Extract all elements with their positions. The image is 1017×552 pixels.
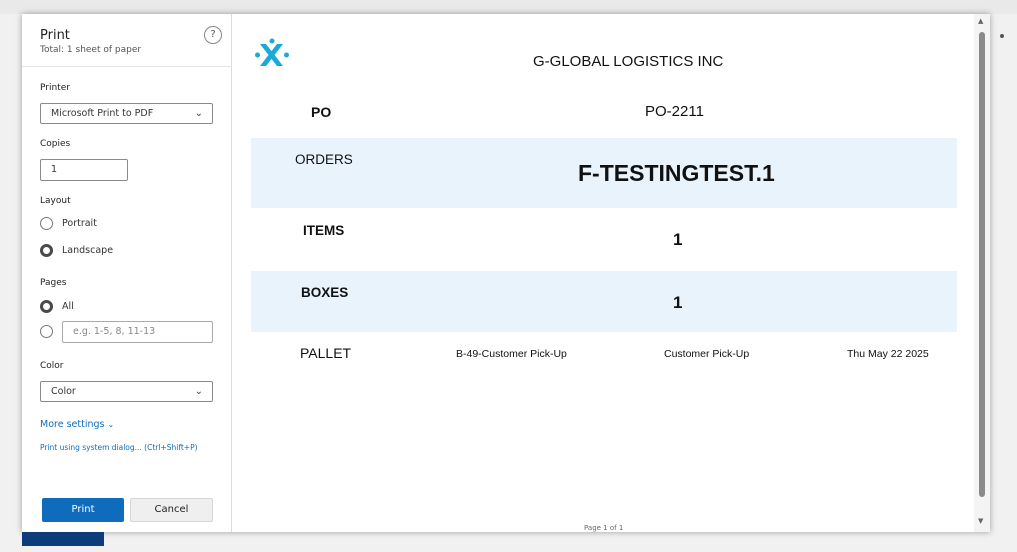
browser-menu-dot	[1000, 34, 1004, 38]
more-settings-link[interactable]: More settings ⌄	[40, 419, 114, 430]
pages-range-input[interactable]: e.g. 1-5, 8, 11-13	[62, 321, 213, 343]
pallet-label: PALLET	[300, 345, 352, 361]
color-label: Color	[40, 361, 64, 371]
more-settings-label: More settings	[40, 419, 105, 430]
pages-all-label: All	[62, 301, 74, 312]
items-value: 1	[673, 230, 683, 249]
pallet-date: Thu May 22 2025	[847, 348, 929, 360]
po-value: PO-2211	[645, 103, 704, 120]
scroll-down-icon[interactable]: ▼	[978, 517, 983, 525]
pallet-location: B-49-Customer Pick-Up	[456, 348, 567, 360]
copies-input[interactable]: 1	[40, 159, 128, 181]
scroll-up-icon[interactable]: ▲	[978, 17, 983, 25]
print-dialog: Print Total: 1 sheet of paper ? Printer …	[22, 14, 990, 532]
color-select-value: Color	[51, 386, 76, 397]
orders-label: ORDERS	[295, 152, 353, 167]
boxes-label: BOXES	[301, 285, 349, 300]
pages-label: Pages	[40, 278, 67, 288]
print-button[interactable]: Print	[42, 498, 124, 522]
printer-label: Printer	[40, 83, 70, 93]
chevron-down-icon: ⌄	[194, 386, 203, 397]
sheet-count: Total: 1 sheet of paper	[40, 45, 142, 55]
print-settings-panel: Print Total: 1 sheet of paper ? Printer …	[22, 14, 232, 532]
printer-select-value: Microsoft Print to PDF	[51, 108, 154, 119]
po-label: PO	[311, 104, 332, 120]
items-label: ITEMS	[303, 223, 345, 238]
cancel-button[interactable]: Cancel	[130, 498, 213, 522]
pages-range-radio[interactable]	[40, 325, 53, 338]
portrait-label: Portrait	[62, 218, 97, 229]
scroll-thumb[interactable]	[979, 32, 985, 497]
printer-select[interactable]: Microsoft Print to PDF ⌄	[40, 103, 213, 124]
system-dialog-link[interactable]: Print using system dialog... (Ctrl+Shift…	[40, 443, 198, 452]
page-footer: Page 1 of 1	[584, 524, 624, 532]
chevron-down-icon: ⌄	[107, 420, 115, 429]
preview-scrollbar[interactable]: ▲ ▼	[974, 14, 990, 532]
help-icon[interactable]: ?	[204, 26, 222, 44]
landscape-label: Landscape	[62, 245, 114, 256]
copies-label: Copies	[40, 139, 71, 149]
panel-divider	[22, 66, 232, 67]
company-name: G-GLOBAL LOGISTICS INC	[533, 53, 724, 70]
color-select[interactable]: Color ⌄	[40, 381, 213, 402]
boxes-value: 1	[673, 293, 683, 312]
layout-label: Layout	[40, 196, 71, 206]
landscape-radio[interactable]	[40, 244, 53, 257]
portrait-radio[interactable]	[40, 217, 53, 230]
browser-toolbar-strip	[0, 0, 1017, 14]
taskbar-fragment	[22, 532, 104, 546]
company-logo-icon	[255, 38, 289, 66]
print-preview: G-GLOBAL LOGISTICS INC PO PO-2211 ORDERS…	[233, 14, 974, 532]
pages-all-radio[interactable]	[40, 300, 53, 313]
chevron-down-icon: ⌄	[194, 108, 203, 119]
boxes-row-band	[251, 271, 957, 332]
pallet-method: Customer Pick-Up	[664, 348, 750, 360]
print-title: Print	[40, 28, 70, 43]
orders-value: F-TESTINGTEST.1	[578, 160, 775, 186]
